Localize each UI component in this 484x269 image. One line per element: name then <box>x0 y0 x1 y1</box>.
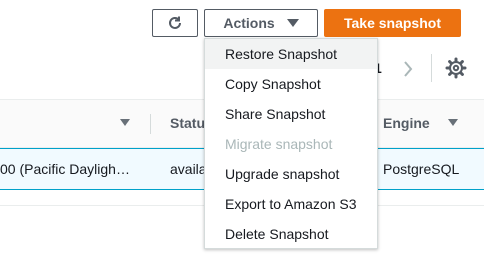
column-divider <box>150 114 151 134</box>
menu-item-share-snapshot[interactable]: Share Snapshot <box>205 99 377 129</box>
refresh-button[interactable] <box>152 9 198 37</box>
refresh-icon <box>169 16 181 29</box>
next-page-icon[interactable] <box>400 58 416 85</box>
sort-caret-icon[interactable] <box>448 119 458 126</box>
menu-item-restore-snapshot[interactable]: Restore Snapshot <box>205 39 377 69</box>
menu-item-copy-snapshot[interactable]: Copy Snapshot <box>205 69 377 99</box>
actions-menu: Restore Snapshot Copy Snapshot Share Sna… <box>204 38 378 249</box>
menu-item-delete-snapshot[interactable]: Delete Snapshot <box>205 219 377 249</box>
column-header-status[interactable]: Statu <box>170 115 205 131</box>
actions-label: Actions <box>223 15 275 31</box>
actions-dropdown-button[interactable]: Actions <box>204 9 318 37</box>
engine-cell: PostgreSQL <box>383 161 460 177</box>
sort-caret-icon[interactable] <box>120 119 130 126</box>
menu-item-export-to-s3[interactable]: Export to Amazon S3 <box>205 189 377 219</box>
column-header-engine[interactable]: Engine <box>383 115 430 131</box>
pagination-divider <box>431 54 432 82</box>
snapshot-time-cell: 00 (Pacific Dayligh… <box>0 161 130 177</box>
status-cell: availa <box>170 161 207 177</box>
menu-item-upgrade-snapshot[interactable]: Upgrade snapshot <box>205 159 377 189</box>
take-snapshot-button[interactable]: Take snapshot <box>324 9 461 37</box>
gear-icon[interactable] <box>445 57 467 84</box>
menu-item-migrate-snapshot: Migrate snapshot <box>225 136 333 152</box>
caret-down-icon <box>286 19 299 27</box>
